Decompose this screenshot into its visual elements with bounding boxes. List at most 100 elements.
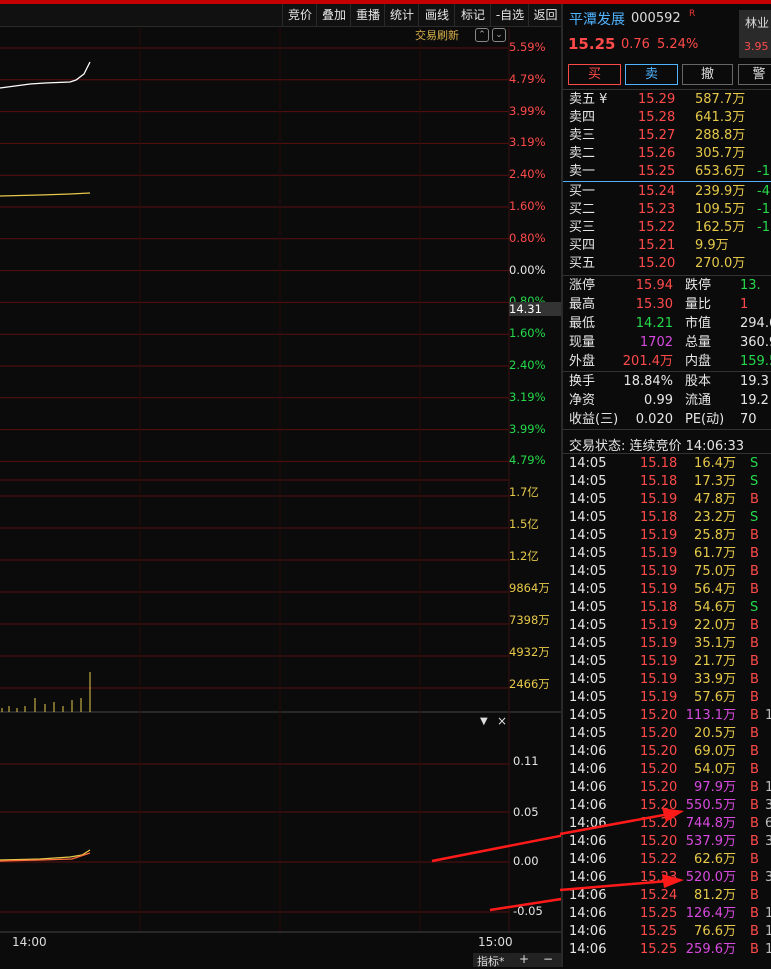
order-book-row[interactable]: 买三 15.22 162.5万 -1 (563, 219, 771, 237)
tick-row[interactable]: 14:06 15.20 97.9万 B 1 (563, 779, 771, 797)
tick-row[interactable]: 14:05 15.19 61.7万 B (563, 545, 771, 563)
tick-side: B (750, 798, 759, 813)
order-book-row[interactable]: 买二 15.23 109.5万 -1 (563, 201, 771, 219)
price-axis-label: 2.40% (509, 358, 546, 372)
chart-area[interactable] (0, 4, 561, 967)
order-book-divider (563, 181, 771, 182)
trade-refresh-link[interactable]: 交易刷新 (415, 27, 459, 43)
stat-label: 换手 (569, 374, 596, 389)
tick-time: 14:06 (569, 744, 607, 759)
order-book-row[interactable]: 卖一 15.25 653.6万 -17 (563, 163, 771, 181)
tick-row[interactable]: 14:05 15.18 16.4万 S (563, 455, 771, 473)
tick-row[interactable]: 14:05 15.19 47.8万 B (563, 491, 771, 509)
toolbar-stats-button[interactable]: 统计 (384, 4, 419, 26)
tick-volume: 56.4万 (694, 582, 736, 597)
tick-volume: 113.1万 (685, 708, 736, 723)
stat-value: 294.6 (740, 316, 771, 331)
tick-row[interactable]: 14:05 15.19 22.0万 B (563, 617, 771, 635)
toolbar-replay-button[interactable]: 重播 (350, 4, 385, 26)
tick-row[interactable]: 14:06 15.20 69.0万 B (563, 743, 771, 761)
tick-row[interactable]: 14:05 15.19 56.4万 B (563, 581, 771, 599)
tick-row[interactable]: 14:06 15.20 744.8万 B 6 (563, 815, 771, 833)
tick-row[interactable]: 14:05 15.19 33.9万 B (563, 671, 771, 689)
tick-row[interactable]: 14:05 15.20 20.5万 B (563, 725, 771, 743)
tick-row[interactable]: 14:06 15.25 76.6万 B 1 (563, 923, 771, 941)
tick-price: 15.18 (640, 510, 678, 525)
toolbar-draw-button[interactable]: 画线 (418, 4, 455, 26)
tick-price: 15.19 (640, 492, 678, 507)
toolbar-overlay-button[interactable]: 叠加 (316, 4, 351, 26)
order-book-row[interactable]: 买一 15.24 239.9万 -4 (563, 183, 771, 201)
tick-time: 14:05 (569, 636, 607, 651)
tick-time: 14:05 (569, 546, 607, 561)
tick-row[interactable]: 14:05 15.19 35.1万 B (563, 635, 771, 653)
tick-row[interactable]: 14:06 15.25 126.4万 B 1 (563, 905, 771, 923)
order-book-row[interactable]: 卖三 15.27 288.8万 (563, 127, 771, 145)
stock-name[interactable]: 平潭发展 (569, 9, 625, 29)
tick-count: 1 (765, 906, 771, 921)
collapse-down-icon[interactable]: ⌄ (492, 28, 506, 42)
tick-time: 14:05 (569, 672, 607, 687)
order-level-label: 卖四 (569, 110, 596, 125)
close-icon[interactable]: × (497, 714, 507, 728)
stat-row: 涨停 15.94 跌停 13. (563, 277, 771, 295)
tick-row[interactable]: 14:05 15.19 57.6万 B (563, 689, 771, 707)
cancel-order-button[interactable]: 撤 (682, 64, 733, 85)
toolbar-mark-button[interactable]: 标记 (454, 4, 491, 26)
price-axis-label: 2.40% (509, 167, 546, 182)
zoom-out-icon[interactable]: − (543, 952, 553, 966)
tick-side: B (750, 816, 759, 831)
tick-row[interactable]: 14:06 15.23 520.0万 B 3 (563, 869, 771, 887)
stat-value: 1 (740, 297, 749, 312)
tick-price: 15.20 (640, 798, 678, 813)
order-level-volume: 239.9万 (695, 184, 746, 199)
tick-row[interactable]: 14:05 15.19 21.7万 B (563, 653, 771, 671)
alert-button[interactable]: 警 (738, 64, 771, 85)
current-price: 15.25 (568, 35, 616, 53)
crosshair-price-tag: 14.31 (509, 302, 561, 316)
tick-side: S (750, 456, 759, 471)
tick-row[interactable]: 14:06 15.20 550.5万 B 3 (563, 797, 771, 815)
price-axis-label: 0.80% (509, 230, 546, 245)
time-axis-end: 15:00 (478, 935, 513, 949)
tick-volume: 81.2万 (694, 888, 736, 903)
order-book-row[interactable]: 卖五 ¥ 15.29 587.7万 (563, 91, 771, 109)
stat-value: 360.9 (740, 335, 771, 350)
tick-row[interactable]: 14:06 15.20 537.9万 B 3 (563, 833, 771, 851)
stat-label: 股本 (685, 374, 712, 389)
tick-time: 14:06 (569, 762, 607, 777)
tick-row[interactable]: 14:06 15.25 259.6万 B 1 (563, 941, 771, 959)
tick-row[interactable]: 14:05 15.19 75.0万 B (563, 563, 771, 581)
order-book-row[interactable]: 买四 15.21 9.9万 (563, 237, 771, 255)
sector-value: 3.95 (744, 40, 769, 53)
tick-volume: 16.4万 (694, 456, 736, 471)
tick-row[interactable]: 14:05 15.18 23.2万 S (563, 509, 771, 527)
zoom-in-icon[interactable]: + (519, 952, 529, 966)
tick-side: S (750, 510, 759, 525)
sell-button[interactable]: 卖 (625, 64, 678, 85)
order-book-row[interactable]: 卖二 15.26 305.7万 (563, 145, 771, 163)
tick-price: 15.19 (640, 528, 678, 543)
buy-button[interactable]: 买 (568, 64, 621, 85)
tick-price: 15.18 (640, 456, 678, 471)
tick-row[interactable]: 14:06 15.24 81.2万 B (563, 887, 771, 905)
toolbar-back-button[interactable]: 返回 (528, 4, 562, 26)
order-book-row[interactable]: 买五 15.20 270.0万 (563, 255, 771, 273)
tick-row[interactable]: 14:05 15.19 25.8万 B (563, 527, 771, 545)
order-book-row[interactable]: 卖四 15.28 641.3万 (563, 109, 771, 127)
tick-price: 15.20 (640, 744, 678, 759)
collapse-up-icon[interactable]: ⌃ (475, 28, 489, 42)
tick-row[interactable]: 14:05 15.20 113.1万 B 1 (563, 707, 771, 725)
tick-side: S (750, 474, 759, 489)
tick-price: 15.19 (640, 690, 678, 705)
tick-row[interactable]: 14:06 15.20 54.0万 B (563, 761, 771, 779)
toolbar-auction-button[interactable]: 竞价 (282, 4, 317, 26)
dropdown-icon[interactable]: ▼ (480, 716, 488, 727)
tick-row[interactable]: 14:06 15.22 62.6万 B (563, 851, 771, 869)
stat-label: 现量 (569, 335, 596, 350)
order-level-volume: 109.5万 (695, 202, 746, 217)
tick-row[interactable]: 14:05 15.18 17.3万 S (563, 473, 771, 491)
sector-box[interactable]: 林业 3.95 (739, 10, 771, 58)
toolbar-watchlist-button[interactable]: -自选 (490, 4, 529, 26)
tick-row[interactable]: 14:05 15.18 54.6万 S (563, 599, 771, 617)
